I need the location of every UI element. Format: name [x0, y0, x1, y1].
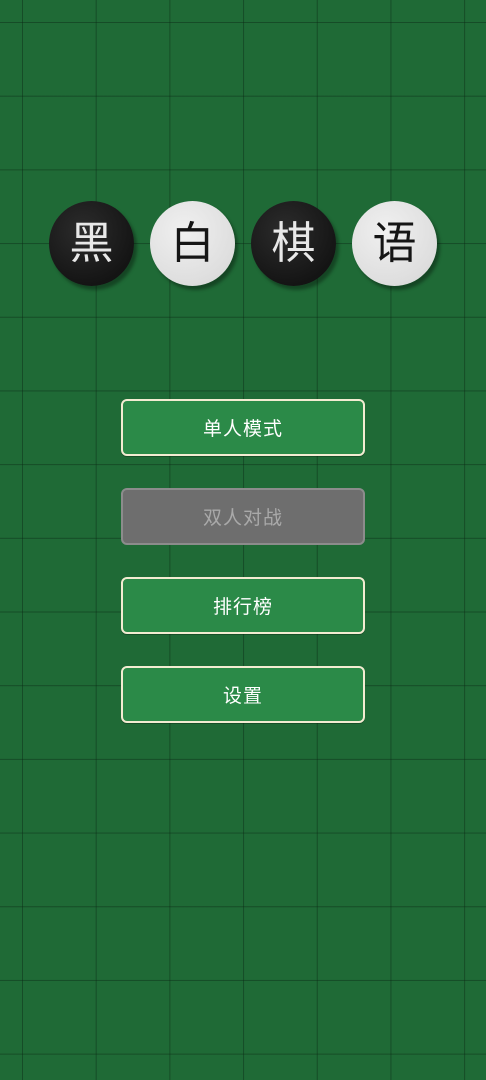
leaderboard-button[interactable]: 排行榜	[121, 577, 365, 634]
settings-button[interactable]: 设置	[121, 666, 365, 723]
two-player-button: 双人对战	[121, 488, 365, 545]
game-title: 黑 白 棋 语	[49, 201, 437, 287]
single-player-button[interactable]: 单人模式	[121, 399, 365, 456]
title-stone-white-1: 白	[150, 201, 235, 286]
title-stone-black-2: 棋	[251, 201, 336, 286]
title-stone-white-2: 语	[352, 201, 437, 286]
title-stone-black-1: 黑	[49, 201, 134, 286]
